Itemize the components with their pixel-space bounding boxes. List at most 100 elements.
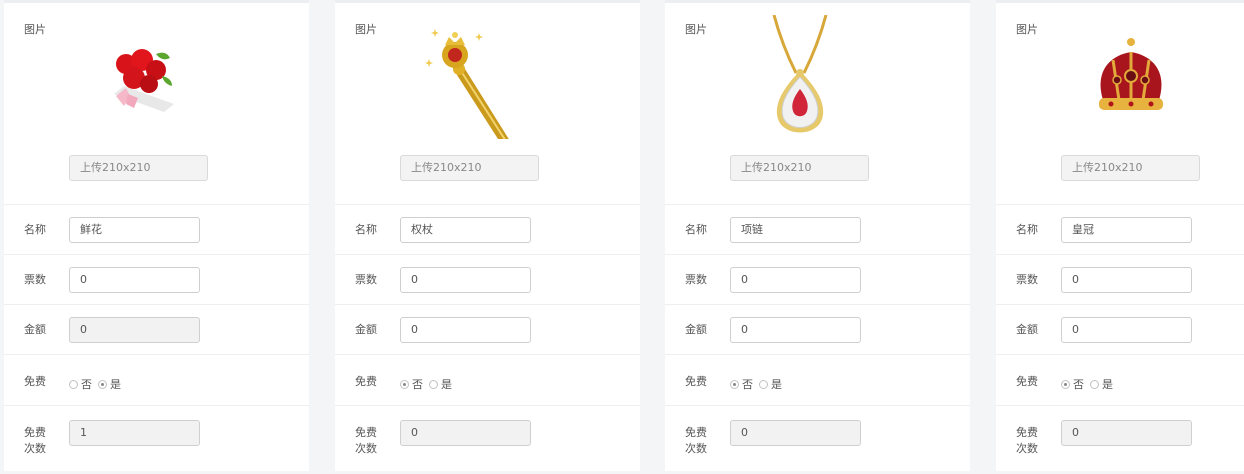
free-row: 免费 否 是 — [665, 355, 970, 406]
free-yes-radio[interactable] — [1090, 379, 1099, 389]
free-row: 免费 否 是 — [996, 355, 1244, 406]
upload-button[interactable]: 上传210x210 — [69, 155, 208, 181]
gift-image — [415, 13, 525, 145]
free-radio-group: 否 是 — [400, 376, 455, 392]
amount-row: 金额 0 — [4, 305, 309, 355]
free-no-label: 否 — [1073, 378, 1084, 391]
free-times-row: 免费 次数 0 — [996, 406, 1244, 474]
free-yes-label: 是 — [441, 378, 452, 391]
free-no-label: 否 — [412, 378, 423, 391]
crown-icon — [1099, 38, 1163, 110]
necklace-icon — [772, 15, 828, 133]
votes-row: 票数 0 — [335, 255, 640, 305]
amount-label: 金额 — [685, 323, 707, 336]
votes-row: 票数 0 — [4, 255, 309, 305]
free-no-radio[interactable] — [69, 379, 78, 389]
votes-label: 票数 — [685, 273, 707, 286]
image-label: 图片 — [1016, 23, 1038, 36]
scepter-icon — [425, 29, 509, 139]
name-row: 名称 鲜花 — [4, 205, 309, 255]
free-times-input[interactable]: 0 — [730, 420, 861, 446]
free-row: 免费 否 是 — [4, 355, 309, 406]
votes-input[interactable]: 0 — [730, 267, 861, 293]
gift-card-scepter: 图片 上传210x210 名称 权杖 票数 0 金额 0 免费 否 是 免费 次… — [335, 0, 640, 471]
free-radio-group: 否 是 — [69, 376, 124, 392]
upload-button[interactable]: 上传210x210 — [730, 155, 869, 181]
votes-row: 票数 0 — [996, 255, 1244, 305]
free-label: 免费 — [1016, 375, 1038, 388]
free-yes-label: 是 — [771, 378, 782, 391]
image-label: 图片 — [24, 23, 46, 36]
image-row: 图片 上传210x210 — [996, 3, 1244, 205]
name-input[interactable]: 鲜花 — [69, 217, 200, 243]
votes-input[interactable]: 0 — [1061, 267, 1192, 293]
free-yes-radio[interactable] — [759, 379, 768, 389]
upload-button[interactable]: 上传210x210 — [400, 155, 539, 181]
image-row: 图片 上传210x210 — [335, 3, 640, 205]
amount-label: 金额 — [24, 323, 46, 336]
name-row: 名称 项链 — [665, 205, 970, 255]
votes-label: 票数 — [1016, 273, 1038, 286]
amount-input[interactable]: 0 — [69, 317, 200, 343]
free-yes-radio[interactable] — [98, 379, 107, 389]
gift-card-crown: 图片 上传210x210 名称 皇冠 票数 0 金额 0 免费 否 是 免费 次… — [996, 0, 1244, 471]
free-no-radio[interactable] — [1061, 379, 1070, 389]
free-label: 免费 — [24, 375, 46, 388]
gift-image — [1076, 13, 1186, 145]
upload-button[interactable]: 上传210x210 — [1061, 155, 1200, 181]
name-label: 名称 — [1016, 223, 1038, 236]
image-label: 图片 — [685, 23, 707, 36]
free-times-row: 免费 次数 0 — [335, 406, 640, 474]
free-radio-group: 否 是 — [730, 376, 785, 392]
amount-row: 金额 0 — [996, 305, 1244, 355]
free-row: 免费 否 是 — [335, 355, 640, 406]
free-no-radio[interactable] — [400, 379, 409, 389]
name-row: 名称 皇冠 — [996, 205, 1244, 255]
image-row: 图片 上传210x210 — [665, 3, 970, 205]
free-times-input[interactable]: 0 — [1061, 420, 1192, 446]
votes-input[interactable]: 0 — [69, 267, 200, 293]
gift-image — [745, 13, 855, 145]
gift-card-flower: 图片 上传210x210 名称 鲜花 票数 0 金额 0 免费 否 是 免费 次… — [4, 0, 309, 471]
votes-row: 票数 0 — [665, 255, 970, 305]
name-input[interactable]: 项链 — [730, 217, 861, 243]
free-radio-group: 否 是 — [1061, 376, 1116, 392]
free-no-label: 否 — [742, 378, 753, 391]
free-yes-label: 是 — [1102, 378, 1113, 391]
gift-image — [84, 13, 194, 145]
amount-label: 金额 — [1016, 323, 1038, 336]
free-times-input[interactable]: 1 — [69, 420, 200, 446]
free-label: 免费 — [685, 375, 707, 388]
free-no-radio[interactable] — [730, 379, 739, 389]
name-label: 名称 — [685, 223, 707, 236]
amount-input[interactable]: 0 — [730, 317, 861, 343]
name-row: 名称 权杖 — [335, 205, 640, 255]
image-label: 图片 — [355, 23, 377, 36]
amount-row: 金额 0 — [665, 305, 970, 355]
amount-row: 金额 0 — [335, 305, 640, 355]
free-yes-label: 是 — [110, 378, 121, 391]
free-times-row: 免费 次数 0 — [665, 406, 970, 474]
free-times-label-line1: 免费 — [1016, 426, 1038, 439]
name-label: 名称 — [355, 223, 377, 236]
free-times-input[interactable]: 0 — [400, 420, 531, 446]
image-row: 图片 上传210x210 — [4, 3, 309, 205]
votes-input[interactable]: 0 — [400, 267, 531, 293]
name-input[interactable]: 皇冠 — [1061, 217, 1192, 243]
name-label: 名称 — [24, 223, 46, 236]
gift-card-necklace: 图片 上传210x210 名称 项链 票数 0 金额 0 免费 否 是 免费 次… — [665, 0, 970, 471]
free-times-label-line1: 免费 — [24, 426, 46, 439]
amount-input[interactable]: 0 — [1061, 317, 1192, 343]
free-times-label-line1: 免费 — [355, 426, 377, 439]
free-times-label-line2: 次数 — [24, 442, 46, 455]
votes-label: 票数 — [355, 273, 377, 286]
free-times-row: 免费 次数 1 — [4, 406, 309, 474]
free-times-label-line2: 次数 — [685, 442, 707, 455]
rose-bouquet-icon — [114, 49, 174, 112]
free-times-label-line1: 免费 — [685, 426, 707, 439]
amount-label: 金额 — [355, 323, 377, 336]
free-yes-radio[interactable] — [429, 379, 438, 389]
votes-label: 票数 — [24, 273, 46, 286]
amount-input[interactable]: 0 — [400, 317, 531, 343]
name-input[interactable]: 权杖 — [400, 217, 531, 243]
